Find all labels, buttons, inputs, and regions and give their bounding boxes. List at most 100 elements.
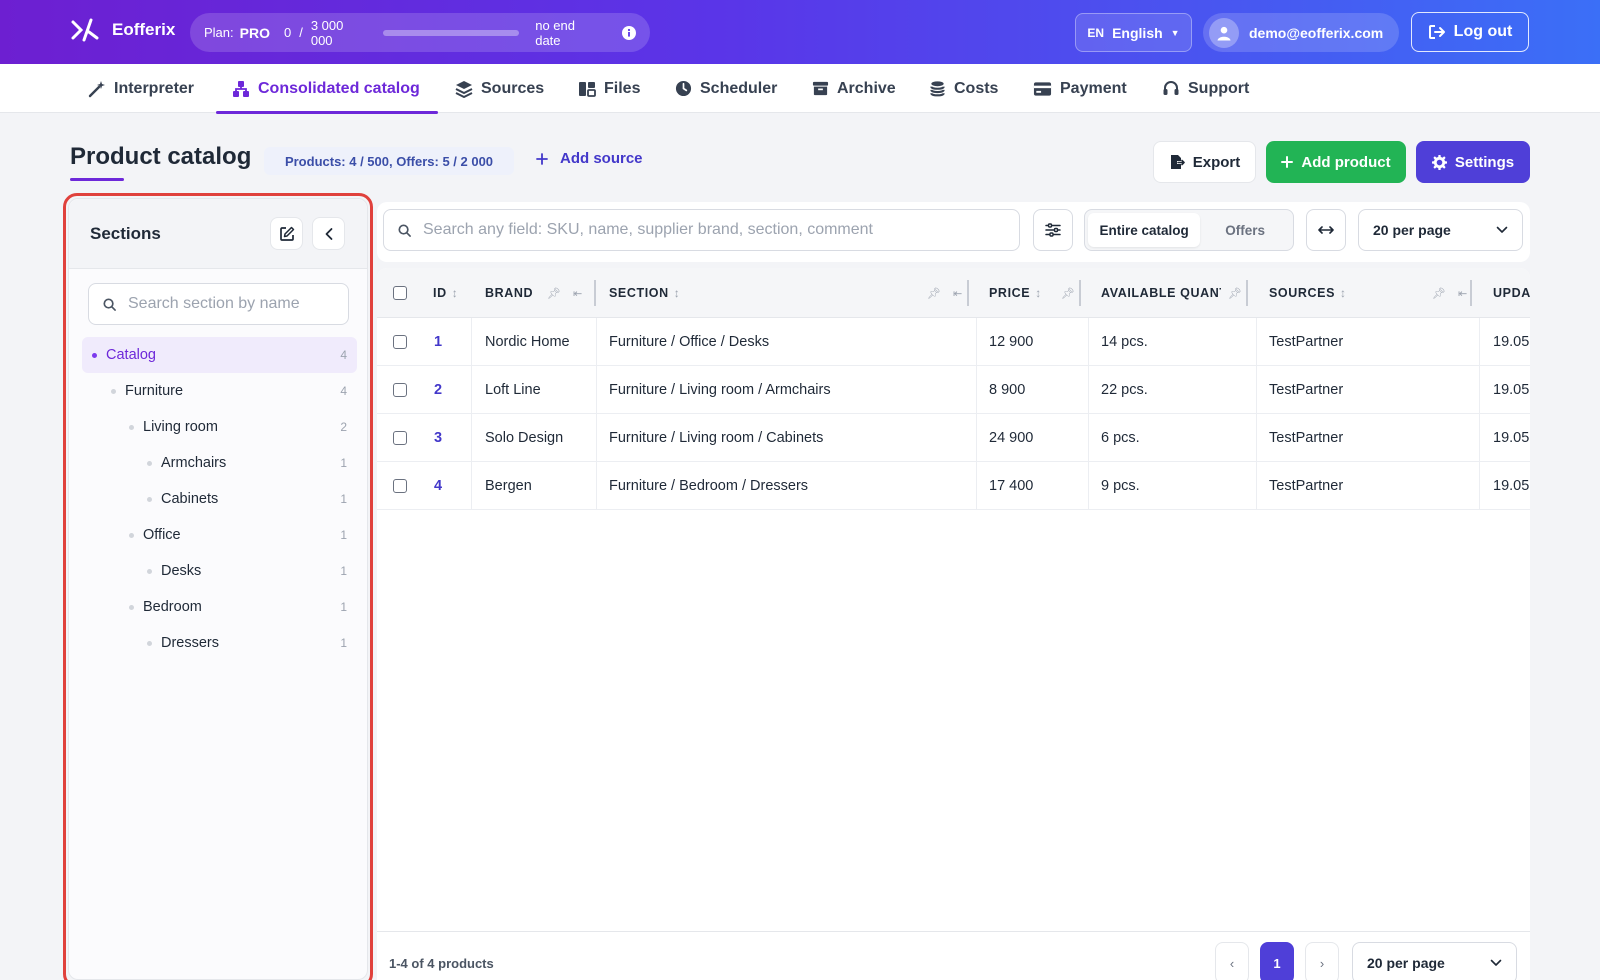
user-icon	[1217, 26, 1231, 40]
page-button-current[interactable]: 1	[1260, 942, 1294, 980]
tree-item-bedroom[interactable]: Bedroom 1	[82, 589, 357, 625]
table-row[interactable]: 2 Loft Line Furniture / Living room / Ar…	[377, 366, 1530, 414]
nav-item-payment[interactable]: Payment	[1033, 64, 1127, 113]
pin-icon[interactable]: 📌︎	[927, 287, 941, 300]
table-row[interactable]: 1 Nordic Home Furniture / Office / Desks…	[377, 318, 1530, 366]
tree-item-living-room[interactable]: Living room 2	[82, 409, 357, 445]
column-header-section[interactable]: SECTION ↕	[609, 268, 680, 318]
collapse-column-icon[interactable]: ⇤	[573, 287, 582, 300]
nav-item-sources[interactable]: Sources	[455, 64, 544, 113]
row-checkbox[interactable]	[393, 414, 407, 461]
user-menu[interactable]: demo@eofferix.com	[1203, 13, 1399, 52]
tree-item-count: 1	[340, 564, 347, 578]
bullet	[129, 604, 134, 610]
nav-item-archive[interactable]: Archive	[812, 64, 896, 113]
table-row[interactable]: 4 Bergen Furniture / Bedroom / Dressers …	[377, 462, 1530, 510]
pin-icon[interactable]: 📌︎	[1061, 287, 1075, 300]
add-product-button[interactable]: Add product	[1266, 141, 1406, 183]
column-resizer[interactable]	[1079, 280, 1081, 306]
footer-per-page-select[interactable]: 20 per page	[1352, 942, 1517, 980]
nav-label: Costs	[954, 79, 999, 97]
brand[interactable]: Eofferix	[70, 18, 175, 42]
tree-item-catalog[interactable]: Catalog 4	[82, 337, 357, 373]
row-checkbox[interactable]	[393, 462, 407, 509]
edit-sections-button[interactable]	[270, 217, 303, 250]
export-button[interactable]: Export	[1153, 141, 1256, 183]
file-export-icon	[1169, 154, 1185, 170]
tree-item-label: Dressers	[161, 635, 220, 651]
tree-item-cabinets[interactable]: Cabinets 1	[82, 481, 357, 517]
info-icon[interactable]	[622, 25, 636, 40]
column-header-available-quantity[interactable]: AVAILABLE QUANTITY	[1101, 268, 1221, 318]
add-source-label: Add source	[560, 150, 643, 167]
fit-width-button[interactable]	[1306, 209, 1346, 251]
tree-item-office[interactable]: Office 1	[82, 517, 357, 553]
nav-item-scheduler[interactable]: Scheduler	[675, 64, 777, 113]
usage-used: 0	[283, 25, 292, 40]
filter-button[interactable]	[1033, 209, 1073, 251]
column-resizer[interactable]	[967, 280, 969, 306]
tree-item-furniture[interactable]: Furniture 4	[82, 373, 357, 409]
column-resizer[interactable]	[1470, 280, 1472, 306]
nav-item-costs[interactable]: Costs	[929, 64, 998, 113]
cell-id[interactable]: 1	[434, 318, 442, 365]
logout-button[interactable]: Log out	[1411, 12, 1529, 52]
language-selector[interactable]: EN English ▼	[1075, 13, 1192, 52]
table-row[interactable]: 3 Solo Design Furniture / Living room / …	[377, 414, 1530, 462]
prev-page-button[interactable]: ‹	[1215, 942, 1249, 980]
cell-brand: Solo Design	[485, 429, 564, 446]
column-header-id[interactable]: ID ↕	[433, 268, 458, 318]
cell-id[interactable]: 2	[434, 366, 442, 413]
cell-section: Furniture / Bedroom / Dressers	[609, 477, 809, 494]
row-checkbox[interactable]	[393, 318, 407, 365]
usage-limit: 3 000 000	[310, 17, 344, 48]
logout-icon	[1428, 24, 1446, 40]
column-header-sources[interactable]: SOURCES ↕	[1269, 268, 1347, 318]
cell-id[interactable]: 4	[434, 462, 442, 509]
pin-icon[interactable]: 📌︎	[1432, 287, 1446, 300]
nav-item-consolidated-catalog[interactable]: Consolidated catalog	[216, 64, 438, 114]
nav-item-files[interactable]: Files	[578, 64, 640, 113]
add-source-button[interactable]: Add source	[536, 150, 643, 167]
tree-item-label: Cabinets	[161, 491, 219, 507]
catalog-icon	[232, 80, 250, 98]
cell-quantity: 9 pcs.	[1101, 477, 1140, 494]
row-checkbox[interactable]	[393, 366, 407, 413]
next-page-button[interactable]: ›	[1305, 942, 1339, 980]
sections-header: Sections	[69, 199, 367, 269]
collapse-column-icon[interactable]: ⇤	[953, 287, 962, 300]
pin-icon[interactable]: 📌︎	[547, 287, 561, 300]
tree-item-dressers[interactable]: Dressers 1	[82, 625, 357, 661]
cell-section: Furniture / Living room / Cabinets	[609, 429, 824, 446]
cell-quantity: 6 pcs.	[1101, 429, 1140, 446]
layers-icon	[455, 80, 473, 98]
language-name: English	[1112, 24, 1163, 41]
select-all-checkbox[interactable]	[393, 268, 407, 318]
nav-item-support[interactable]: Support	[1162, 64, 1249, 113]
tree-item-count: 4	[340, 348, 347, 362]
section-search-input[interactable]: Search section by name	[88, 283, 349, 325]
column-resizer[interactable]	[594, 280, 596, 306]
cell-updated: 19.05	[1493, 333, 1530, 350]
scope-option-entire-catalog[interactable]: Entire catalog	[1088, 213, 1201, 247]
collapse-column-icon[interactable]: ⇤	[1458, 287, 1467, 300]
tree-item-armchairs[interactable]: Armchairs 1	[82, 445, 357, 481]
cell-id[interactable]: 3	[434, 414, 442, 461]
nav-item-interpreter[interactable]: Interpreter	[88, 64, 194, 113]
column-header-updated[interactable]: UPDATED	[1493, 268, 1530, 318]
column-header-price[interactable]: PRICE ↕	[989, 268, 1042, 318]
settings-button[interactable]: Settings	[1416, 141, 1530, 183]
logout-label: Log out	[1453, 23, 1513, 40]
catalog-search-input[interactable]: Search any field: SKU, name, supplier br…	[383, 209, 1020, 251]
tree-item-desks[interactable]: Desks 1	[82, 553, 357, 589]
collapse-panel-button[interactable]	[312, 217, 345, 250]
pin-icon[interactable]: 📌︎	[1228, 287, 1242, 300]
plan-expiry: no end date	[535, 17, 575, 48]
column-header-brand[interactable]: BRAND	[485, 268, 533, 318]
per-page-select[interactable]: 20 per page	[1358, 209, 1523, 251]
column-resizer[interactable]	[1246, 280, 1248, 306]
scope-option-offers[interactable]: Offers	[1200, 213, 1290, 247]
pagination-summary: 1-4 of 4 products	[389, 956, 494, 971]
nav-label: Consolidated catalog	[258, 79, 420, 97]
cell-quantity: 22 pcs.	[1101, 381, 1148, 398]
